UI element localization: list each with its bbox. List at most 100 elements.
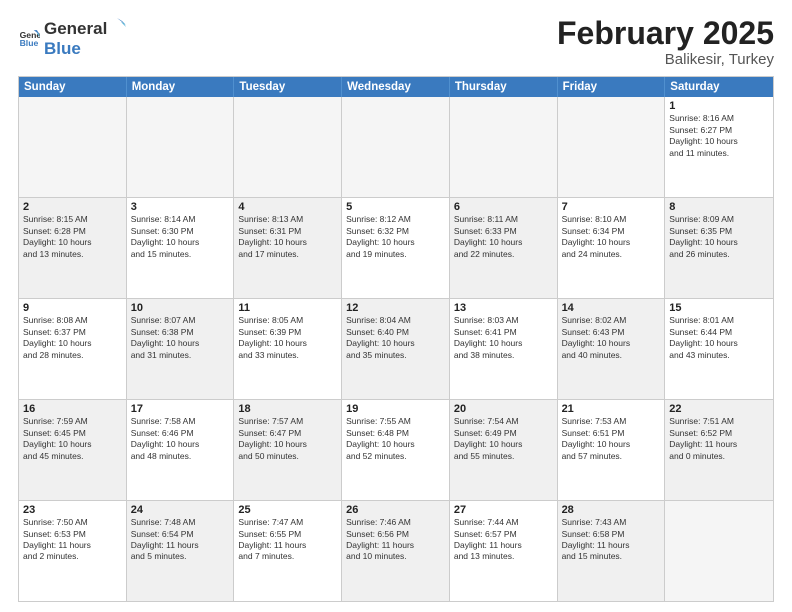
cal-cell-2-2: 11Sunrise: 8:05 AM Sunset: 6:39 PM Dayli… [234, 299, 342, 399]
day-number-22: 22 [669, 403, 769, 415]
cal-cell-3-6: 22Sunrise: 7:51 AM Sunset: 6:52 PM Dayli… [665, 400, 773, 500]
cell-text-1-0: Sunrise: 8:15 AM Sunset: 6:28 PM Dayligh… [23, 214, 122, 260]
cal-cell-3-1: 17Sunrise: 7:58 AM Sunset: 6:46 PM Dayli… [127, 400, 235, 500]
day-number-6: 6 [454, 201, 553, 213]
cell-text-3-3: Sunrise: 7:55 AM Sunset: 6:48 PM Dayligh… [346, 416, 445, 462]
day-number-9: 9 [23, 302, 122, 314]
day-number-2: 2 [23, 201, 122, 213]
header-cell-wednesday: Wednesday [342, 77, 450, 97]
logo-bird [108, 16, 126, 34]
calendar-row-3: 16Sunrise: 7:59 AM Sunset: 6:45 PM Dayli… [19, 400, 773, 501]
cal-cell-0-2 [234, 97, 342, 197]
cell-text-2-5: Sunrise: 8:02 AM Sunset: 6:43 PM Dayligh… [562, 315, 661, 361]
day-number-4: 4 [238, 201, 337, 213]
calendar-row-4: 23Sunrise: 7:50 AM Sunset: 6:53 PM Dayli… [19, 501, 773, 601]
cal-cell-0-3 [342, 97, 450, 197]
cell-text-0-6: Sunrise: 8:16 AM Sunset: 6:27 PM Dayligh… [669, 113, 769, 159]
day-number-8: 8 [669, 201, 769, 213]
day-number-23: 23 [23, 504, 122, 516]
day-number-13: 13 [454, 302, 553, 314]
logo-icon: General Blue [18, 27, 40, 49]
logo: General Blue General Blue [18, 16, 127, 59]
title-month: February 2025 [557, 16, 774, 51]
day-number-21: 21 [562, 403, 661, 415]
cell-text-2-6: Sunrise: 8:01 AM Sunset: 6:44 PM Dayligh… [669, 315, 769, 361]
logo-wordmark: General Blue [44, 16, 127, 59]
cell-text-4-4: Sunrise: 7:44 AM Sunset: 6:57 PM Dayligh… [454, 517, 553, 563]
header-cell-thursday: Thursday [450, 77, 558, 97]
cell-text-3-6: Sunrise: 7:51 AM Sunset: 6:52 PM Dayligh… [669, 416, 769, 462]
cell-text-4-5: Sunrise: 7:43 AM Sunset: 6:58 PM Dayligh… [562, 517, 661, 563]
cal-cell-1-4: 6Sunrise: 8:11 AM Sunset: 6:33 PM Daylig… [450, 198, 558, 298]
cal-cell-3-2: 18Sunrise: 7:57 AM Sunset: 6:47 PM Dayli… [234, 400, 342, 500]
cal-cell-0-0 [19, 97, 127, 197]
day-number-10: 10 [131, 302, 230, 314]
header-cell-tuesday: Tuesday [234, 77, 342, 97]
calendar-body: 1Sunrise: 8:16 AM Sunset: 6:27 PM Daylig… [19, 97, 773, 601]
day-number-3: 3 [131, 201, 230, 213]
svg-text:Blue: Blue [20, 37, 39, 47]
day-number-5: 5 [346, 201, 445, 213]
cal-cell-1-6: 8Sunrise: 8:09 AM Sunset: 6:35 PM Daylig… [665, 198, 773, 298]
cal-cell-4-3: 26Sunrise: 7:46 AM Sunset: 6:56 PM Dayli… [342, 501, 450, 601]
logo-general: General [44, 19, 107, 39]
cal-cell-2-3: 12Sunrise: 8:04 AM Sunset: 6:40 PM Dayli… [342, 299, 450, 399]
title-section: February 2025 Balikesir, Turkey [557, 16, 774, 68]
cell-text-4-1: Sunrise: 7:48 AM Sunset: 6:54 PM Dayligh… [131, 517, 230, 563]
calendar-row-2: 9Sunrise: 8:08 AM Sunset: 6:37 PM Daylig… [19, 299, 773, 400]
cal-cell-4-5: 28Sunrise: 7:43 AM Sunset: 6:58 PM Dayli… [558, 501, 666, 601]
cell-text-3-5: Sunrise: 7:53 AM Sunset: 6:51 PM Dayligh… [562, 416, 661, 462]
calendar-header: SundayMondayTuesdayWednesdayThursdayFrid… [19, 77, 773, 97]
cal-cell-1-1: 3Sunrise: 8:14 AM Sunset: 6:30 PM Daylig… [127, 198, 235, 298]
day-number-26: 26 [346, 504, 445, 516]
day-number-28: 28 [562, 504, 661, 516]
page: General Blue General Blue Februar [0, 0, 792, 612]
day-number-12: 12 [346, 302, 445, 314]
cal-cell-4-4: 27Sunrise: 7:44 AM Sunset: 6:57 PM Dayli… [450, 501, 558, 601]
cell-text-3-4: Sunrise: 7:54 AM Sunset: 6:49 PM Dayligh… [454, 416, 553, 462]
cal-cell-1-5: 7Sunrise: 8:10 AM Sunset: 6:34 PM Daylig… [558, 198, 666, 298]
cell-text-2-1: Sunrise: 8:07 AM Sunset: 6:38 PM Dayligh… [131, 315, 230, 361]
day-number-16: 16 [23, 403, 122, 415]
cal-cell-0-5 [558, 97, 666, 197]
cell-text-1-5: Sunrise: 8:10 AM Sunset: 6:34 PM Dayligh… [562, 214, 661, 260]
cal-cell-3-0: 16Sunrise: 7:59 AM Sunset: 6:45 PM Dayli… [19, 400, 127, 500]
day-number-27: 27 [454, 504, 553, 516]
day-number-14: 14 [562, 302, 661, 314]
cal-cell-4-1: 24Sunrise: 7:48 AM Sunset: 6:54 PM Dayli… [127, 501, 235, 601]
day-number-11: 11 [238, 302, 337, 314]
cell-text-4-2: Sunrise: 7:47 AM Sunset: 6:55 PM Dayligh… [238, 517, 337, 563]
cal-cell-0-6: 1Sunrise: 8:16 AM Sunset: 6:27 PM Daylig… [665, 97, 773, 197]
header-cell-monday: Monday [127, 77, 235, 97]
cal-cell-1-0: 2Sunrise: 8:15 AM Sunset: 6:28 PM Daylig… [19, 198, 127, 298]
cal-cell-3-3: 19Sunrise: 7:55 AM Sunset: 6:48 PM Dayli… [342, 400, 450, 500]
day-number-24: 24 [131, 504, 230, 516]
day-number-15: 15 [669, 302, 769, 314]
day-number-1: 1 [669, 100, 769, 112]
cal-cell-3-5: 21Sunrise: 7:53 AM Sunset: 6:51 PM Dayli… [558, 400, 666, 500]
cal-cell-4-2: 25Sunrise: 7:47 AM Sunset: 6:55 PM Dayli… [234, 501, 342, 601]
day-number-7: 7 [562, 201, 661, 213]
cell-text-1-1: Sunrise: 8:14 AM Sunset: 6:30 PM Dayligh… [131, 214, 230, 260]
cal-cell-2-6: 15Sunrise: 8:01 AM Sunset: 6:44 PM Dayli… [665, 299, 773, 399]
top-section: General Blue General Blue Februar [18, 16, 774, 68]
cal-cell-2-4: 13Sunrise: 8:03 AM Sunset: 6:41 PM Dayli… [450, 299, 558, 399]
cell-text-3-0: Sunrise: 7:59 AM Sunset: 6:45 PM Dayligh… [23, 416, 122, 462]
day-number-18: 18 [238, 403, 337, 415]
day-number-19: 19 [346, 403, 445, 415]
calendar: SundayMondayTuesdayWednesdayThursdayFrid… [18, 76, 774, 602]
cal-cell-2-1: 10Sunrise: 8:07 AM Sunset: 6:38 PM Dayli… [127, 299, 235, 399]
cell-text-2-2: Sunrise: 8:05 AM Sunset: 6:39 PM Dayligh… [238, 315, 337, 361]
cal-cell-2-5: 14Sunrise: 8:02 AM Sunset: 6:43 PM Dayli… [558, 299, 666, 399]
cell-text-1-4: Sunrise: 8:11 AM Sunset: 6:33 PM Dayligh… [454, 214, 553, 260]
cal-cell-0-1 [127, 97, 235, 197]
cell-text-3-2: Sunrise: 7:57 AM Sunset: 6:47 PM Dayligh… [238, 416, 337, 462]
cell-text-1-6: Sunrise: 8:09 AM Sunset: 6:35 PM Dayligh… [669, 214, 769, 260]
day-number-20: 20 [454, 403, 553, 415]
cell-text-1-2: Sunrise: 8:13 AM Sunset: 6:31 PM Dayligh… [238, 214, 337, 260]
cell-text-4-0: Sunrise: 7:50 AM Sunset: 6:53 PM Dayligh… [23, 517, 122, 563]
logo-blue: Blue [44, 39, 81, 58]
calendar-row-1: 2Sunrise: 8:15 AM Sunset: 6:28 PM Daylig… [19, 198, 773, 299]
header-cell-friday: Friday [558, 77, 666, 97]
cal-cell-1-3: 5Sunrise: 8:12 AM Sunset: 6:32 PM Daylig… [342, 198, 450, 298]
